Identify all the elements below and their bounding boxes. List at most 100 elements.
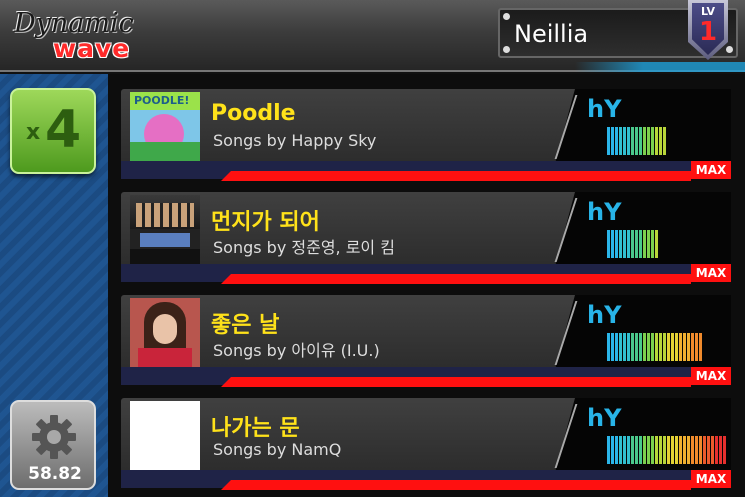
difficulty-bar xyxy=(627,230,630,258)
song-artist: Songs by 정준영, 로이 킴 xyxy=(213,238,395,257)
gear-icon xyxy=(32,415,76,459)
progress-label: MAX xyxy=(691,470,731,488)
difficulty-bar xyxy=(655,333,658,361)
header-stripe xyxy=(575,62,745,72)
difficulty-bar xyxy=(623,333,626,361)
difficulty-bar xyxy=(631,230,634,258)
progress-label: MAX xyxy=(691,367,731,385)
screw-icon xyxy=(503,13,510,20)
difficulty-bar xyxy=(675,333,678,361)
multiplier-prefix: x xyxy=(26,120,41,145)
difficulty-bar xyxy=(631,333,634,361)
difficulty-bar xyxy=(683,436,686,464)
difficulty-bar xyxy=(695,436,698,464)
difficulty-logo-icon: hY xyxy=(587,301,622,329)
difficulty-bar xyxy=(647,436,650,464)
song-artist: Songs by Happy Sky xyxy=(213,131,377,150)
difficulty-bar xyxy=(615,230,618,258)
difficulty-bar xyxy=(619,333,622,361)
difficulty-bar xyxy=(607,333,610,361)
difficulty-bar xyxy=(611,230,614,258)
difficulty-bar xyxy=(647,230,650,258)
difficulty-bar xyxy=(639,333,642,361)
progress-fill xyxy=(221,480,691,490)
difficulty-bar xyxy=(635,436,638,464)
level-value: 1 xyxy=(698,17,718,47)
difficulty-bar xyxy=(711,436,714,464)
difficulty-bar xyxy=(639,127,642,155)
speed-multiplier-button[interactable]: x 4 xyxy=(10,88,96,174)
difficulty-bar xyxy=(663,333,666,361)
difficulty-bar xyxy=(639,436,642,464)
difficulty-bar xyxy=(659,333,662,361)
difficulty-bar xyxy=(651,436,654,464)
difficulty-bar xyxy=(607,436,610,464)
difficulty-bar xyxy=(691,436,694,464)
song-item-exit-door[interactable]: 나가는 문 Songs by NamQ hY MAX xyxy=(121,398,731,490)
settings-button[interactable]: 58.82 xyxy=(10,400,96,490)
song-title: 나가는 문 xyxy=(211,416,300,441)
difficulty-bar xyxy=(643,436,646,464)
difficulty-bar xyxy=(647,127,650,155)
difficulty-bar xyxy=(627,436,630,464)
difficulty-bar xyxy=(715,436,718,464)
progress-label: MAX xyxy=(691,264,731,282)
progress-fill xyxy=(221,274,691,284)
song-item-dust[interactable]: 먼지가 되어 Songs by 정준영, 로이 킴 hY MAX xyxy=(121,192,731,284)
song-list: POODLE! Poodle Songs by Happy Sky hY MAX… xyxy=(108,74,745,497)
game-logo-bottom: wave xyxy=(53,34,131,63)
difficulty-bar xyxy=(647,333,650,361)
progress-fill xyxy=(221,171,691,181)
difficulty-bar xyxy=(643,333,646,361)
difficulty-bar xyxy=(607,230,610,258)
difficulty-bar xyxy=(627,333,630,361)
difficulty-bar xyxy=(615,436,618,464)
difficulty-bar xyxy=(643,127,646,155)
cover-text: POODLE! xyxy=(134,94,190,107)
difficulty-bar xyxy=(635,230,638,258)
difficulty-logo-icon: hY xyxy=(587,404,622,432)
difficulty-bar xyxy=(695,333,698,361)
difficulty-bar xyxy=(683,333,686,361)
screw-icon xyxy=(726,46,733,53)
speed-value: 58.82 xyxy=(28,464,82,484)
difficulty-panel xyxy=(553,295,731,377)
song-title: Poodle xyxy=(211,101,296,126)
difficulty-bar xyxy=(623,127,626,155)
top-bar: Dynamic wave Neillia LV 1 xyxy=(0,0,745,72)
multiplier-value: 4 xyxy=(45,100,82,160)
song-title: 먼지가 되어 xyxy=(211,210,320,235)
difficulty-logo-icon: hY xyxy=(587,95,622,123)
progress-label: MAX xyxy=(691,161,731,179)
difficulty-bar xyxy=(615,333,618,361)
difficulty-bar xyxy=(663,436,666,464)
difficulty-bar xyxy=(655,230,658,258)
difficulty-bar xyxy=(623,436,626,464)
difficulty-logo-icon: hY xyxy=(587,198,622,226)
difficulty-bar xyxy=(619,127,622,155)
difficulty-panel xyxy=(553,89,731,171)
difficulty-bar xyxy=(671,333,674,361)
difficulty-bar xyxy=(623,230,626,258)
difficulty-bar xyxy=(699,333,702,361)
difficulty-bar xyxy=(703,436,706,464)
difficulty-bar xyxy=(619,436,622,464)
album-cover: POODLE! xyxy=(130,92,200,162)
difficulty-bar xyxy=(635,333,638,361)
difficulty-bar xyxy=(643,230,646,258)
difficulty-bar xyxy=(719,436,722,464)
album-cover xyxy=(130,195,200,265)
song-title: 좋은 날 xyxy=(211,313,280,338)
difficulty-bar xyxy=(635,127,638,155)
difficulty-bar xyxy=(631,436,634,464)
progress-fill xyxy=(221,377,691,387)
difficulty-bar xyxy=(651,127,654,155)
difficulty-bar xyxy=(627,127,630,155)
difficulty-bar xyxy=(619,230,622,258)
player-name: Neillia xyxy=(514,20,589,48)
difficulty-bar xyxy=(691,333,694,361)
difficulty-bar xyxy=(639,230,642,258)
song-item-poodle[interactable]: POODLE! Poodle Songs by Happy Sky hY MAX xyxy=(121,89,731,181)
song-item-good-day[interactable]: 좋은 날 Songs by 아이유 (I.U.) hY MAX xyxy=(121,295,731,387)
sidebar: x 4 58.82 xyxy=(0,74,108,497)
